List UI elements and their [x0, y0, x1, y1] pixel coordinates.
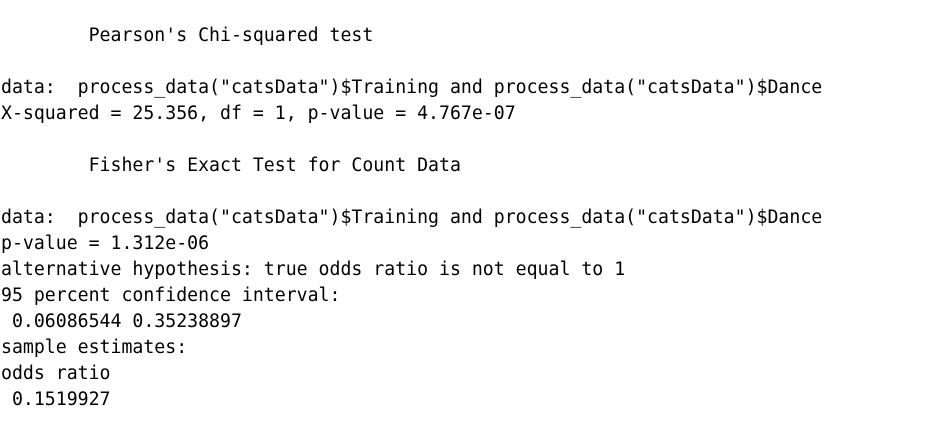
chisq-statistic-line: X-squared = 25.356, df = 1, p-value = 4.…	[1, 103, 516, 124]
sample-estimates-label: sample estimates:	[1, 337, 188, 358]
fisher-test-title: Fisher's Exact Test for Count Data	[1, 155, 461, 176]
fisher-p-value-line: p-value = 1.312e-06	[1, 233, 210, 254]
odds-ratio-label: odds ratio	[1, 363, 111, 384]
confidence-interval-label: 95 percent confidence interval:	[1, 285, 341, 306]
chisq-data-line: data: process_data("catsData")$Training …	[1, 77, 823, 98]
chisq-test-title: Pearson's Chi-squared test	[1, 25, 374, 46]
alternative-hypothesis-line: alternative hypothesis: true odds ratio …	[1, 259, 626, 280]
console-output: Pearson's Chi-squared test data: process…	[0, 0, 951, 426]
odds-ratio-value: 0.1519927	[1, 389, 111, 410]
confidence-interval-values: 0.06086544 0.35238897	[1, 311, 242, 332]
fisher-data-line: data: process_data("catsData")$Training …	[1, 207, 823, 228]
